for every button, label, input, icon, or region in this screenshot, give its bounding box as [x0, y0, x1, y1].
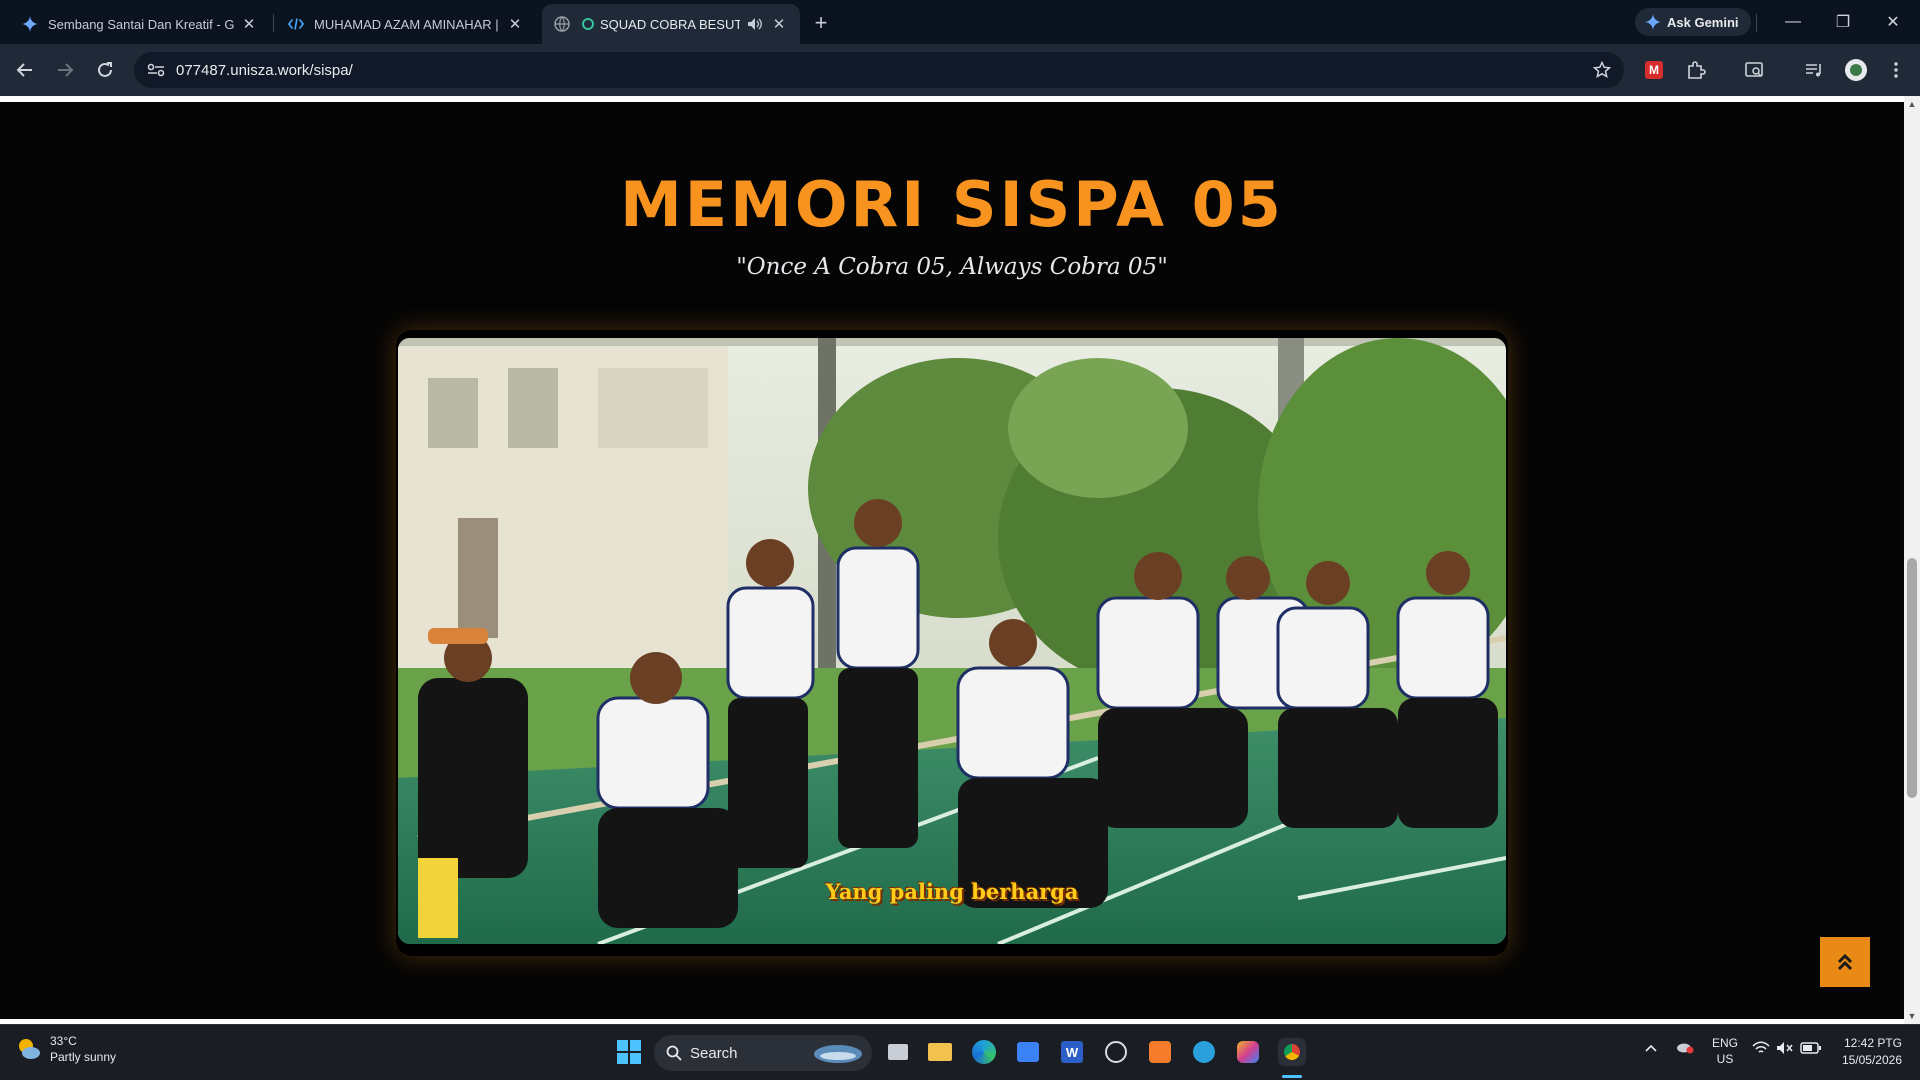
wifi-icon[interactable]: [1752, 1041, 1770, 1059]
start-button[interactable]: [616, 1039, 642, 1065]
close-icon[interactable]: ✕: [770, 15, 788, 33]
partly-sunny-icon: [19, 1039, 40, 1059]
search-icon: [666, 1045, 682, 1061]
speaker-icon[interactable]: [746, 15, 764, 33]
page-subtitle: "Once A Cobra 05, Always Cobra 05": [736, 254, 1168, 280]
clock-time: 12:42 PTG: [1843, 1036, 1902, 1050]
telegram-icon[interactable]: [1190, 1038, 1218, 1066]
tab-title: MUHAMAD AZAM AMINAHAR | e: [314, 16, 500, 32]
page-scrollbar[interactable]: ▲ ▼: [1904, 96, 1920, 1024]
close-icon[interactable]: ✕: [240, 15, 258, 33]
onedrive-error-icon[interactable]: [1676, 1040, 1694, 1058]
active-app-indicator: [1282, 1075, 1302, 1078]
tab-gemini-chat[interactable]: Sembang Santai Dan Kreatif - Google ✕: [10, 4, 270, 44]
task-view-icon[interactable]: [884, 1038, 912, 1066]
xampp-icon[interactable]: [1146, 1038, 1174, 1066]
scroll-thumb[interactable]: [1907, 558, 1917, 798]
browser-toolbar: 077487.unisza.work/sispa/ M: [0, 44, 1920, 96]
back-button[interactable]: [10, 56, 40, 84]
gemini-icon: [22, 16, 38, 32]
page-title: MEMORI SISPA 05: [620, 168, 1284, 241]
chatgpt-icon[interactable]: [1102, 1038, 1130, 1066]
separator: [1756, 14, 1757, 32]
video-still-image: [398, 338, 1506, 944]
minimize-button[interactable]: —: [1770, 6, 1816, 38]
back-to-top-button[interactable]: [1820, 937, 1870, 987]
tab-squad-cobra[interactable]: SQUAD COBRA BESUT ✕: [542, 4, 800, 44]
scroll-up-arrow-icon[interactable]: ▲: [1904, 96, 1920, 112]
search-label: Search: [690, 1044, 738, 1062]
video-player[interactable]: Yang paling berharga: [398, 338, 1506, 944]
reload-icon: [98, 62, 112, 77]
word-icon[interactable]: W: [1058, 1038, 1086, 1066]
weather-temperature: 33°C: [50, 1034, 77, 1048]
system-clock[interactable]: 12:42 PTG 15/05/2026: [1842, 1035, 1902, 1069]
language-code: ENG: [1712, 1036, 1739, 1050]
bookmark-star-icon[interactable]: [1590, 58, 1614, 82]
tab-azam[interactable]: MUHAMAD AZAM AMINAHAR | e ✕: [276, 4, 536, 44]
gemini-icon: [1645, 14, 1661, 30]
battery-icon[interactable]: [1800, 1041, 1822, 1059]
code-icon: [288, 16, 304, 32]
copilot-icon[interactable]: [1234, 1038, 1262, 1066]
address-bar[interactable]: 077487.unisza.work/sispa/: [134, 52, 1624, 88]
tab-separator: [273, 14, 274, 32]
tab-strip: Sembang Santai Dan Kreatif - Google ✕ MU…: [0, 0, 1920, 44]
ask-gemini-label: Ask Gemini: [1667, 14, 1739, 30]
media-control-icon[interactable]: [1800, 56, 1828, 84]
profile-avatar[interactable]: [1842, 56, 1870, 84]
close-window-button[interactable]: ✕: [1870, 6, 1916, 38]
page-viewport: MEMORI SISPA 05 "Once A Cobra 05, Always…: [0, 96, 1904, 1024]
site-info-icon[interactable]: [138, 52, 174, 88]
weather-description: Partly sunny: [50, 1050, 117, 1064]
tab-title: Sembang Santai Dan Kreatif - Google: [48, 16, 234, 32]
tab-search-icon[interactable]: [1740, 56, 1768, 84]
tab-title: SQUAD COBRA BESUT: [600, 16, 740, 32]
language-indicator[interactable]: ENG US: [1712, 1035, 1738, 1067]
volume-muted-icon[interactable]: [1776, 1041, 1794, 1059]
extension-m-icon[interactable]: M: [1640, 56, 1668, 84]
video-caption: Yang paling berharga: [825, 879, 1079, 904]
arrow-right-icon: [58, 63, 74, 77]
arrow-left-icon: [16, 63, 32, 77]
extensions-puzzle-icon[interactable]: [1682, 56, 1710, 84]
windows-logo-icon: [617, 1040, 641, 1064]
ask-gemini-button[interactable]: Ask Gemini: [1635, 8, 1751, 36]
reload-button[interactable]: [90, 56, 120, 84]
globe-icon: [554, 16, 570, 32]
new-tab-button[interactable]: +: [808, 10, 834, 36]
whale-search-decoration-icon: [814, 1045, 862, 1063]
video-frame: Yang paling berharga: [396, 330, 1508, 956]
scroll-down-arrow-icon[interactable]: ▼: [1904, 1008, 1920, 1024]
top-divider: [0, 96, 1904, 102]
file-explorer-icon[interactable]: [926, 1038, 954, 1066]
weather-widget[interactable]: 33°C Partly sunny: [16, 1033, 116, 1065]
taskbar-search[interactable]: Search: [654, 1035, 872, 1071]
restore-button[interactable]: ❐: [1820, 6, 1866, 38]
edge-icon[interactable]: [970, 1038, 998, 1066]
forward-button[interactable]: [50, 56, 80, 84]
region-code: US: [1716, 1052, 1734, 1066]
store-icon[interactable]: [1014, 1038, 1042, 1066]
double-chevron-up-icon: [1837, 953, 1853, 971]
clock-date: 15/05/2026: [1841, 1053, 1902, 1067]
show-hidden-icons-chevron-icon[interactable]: [1644, 1041, 1658, 1057]
more-menu-icon[interactable]: [1882, 56, 1910, 84]
refresh-circle-icon: [580, 16, 596, 32]
chrome-icon[interactable]: [1278, 1038, 1306, 1066]
close-icon[interactable]: ✕: [506, 15, 524, 33]
url-text: 077487.unisza.work/sispa/: [176, 61, 353, 79]
windows-taskbar: 33°C Partly sunny Search W ENG US 12:42 …: [0, 1024, 1920, 1080]
